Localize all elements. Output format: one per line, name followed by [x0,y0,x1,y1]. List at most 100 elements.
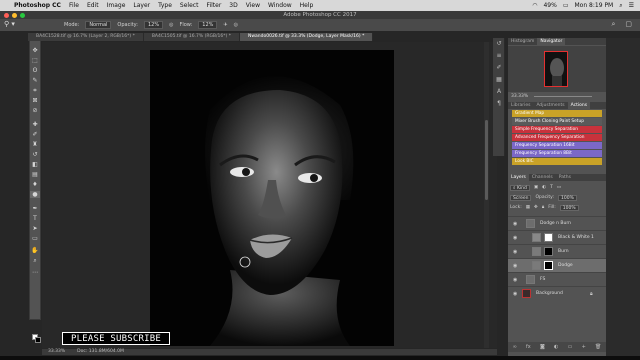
visibility-eye-icon[interactable]: ◉ [513,235,517,241]
history-brush-tool-icon[interactable]: ↺ [30,151,40,158]
hand-tool-icon[interactable]: ✋ [30,247,40,254]
tab-libraries[interactable]: Libraries [508,102,533,109]
menu-view[interactable]: View [246,2,260,9]
layer-name[interactable]: Dodge n Burn [540,221,571,227]
clone-stamp-tool-icon[interactable]: ♜ [30,141,40,148]
layer-mask-thumbnail[interactable] [544,261,553,270]
lock-pixels-icon[interactable]: ▦ [526,204,530,211]
menu-image[interactable]: Image [107,2,126,9]
tab-document-2[interactable]: BA4C1505.tif @ 16.7% (RGB/16*) * [143,33,240,41]
layer-opacity-field[interactable]: 100% [557,194,577,201]
airbrush-icon[interactable]: ✈ [223,22,227,28]
spotlight-icon[interactable]: ⌕ [619,2,622,10]
canvas-scroll-thumb[interactable] [485,120,488,200]
layer-name[interactable]: Dodge [558,263,573,269]
lock-position-icon[interactable]: ✥ [534,204,538,211]
gradient-tool-icon[interactable]: ▤ [30,171,40,178]
tab-document-active[interactable]: Nwando0026.tif @ 33.3% (Dodge, Layer Mas… [239,33,374,41]
menu-edit[interactable]: Edit [87,2,99,9]
swatches-panel-icon[interactable]: ▦ [493,74,505,86]
tab-navigator[interactable]: Navigator [537,38,566,45]
dodge-tool-preset-icon[interactable]: ⚲ ▾ [4,20,24,30]
battery-icon[interactable]: ▭ [563,2,569,9]
action-item[interactable]: Gradient Map [512,110,602,117]
blend-mode-select[interactable]: Screen [510,194,532,201]
new-layer-icon[interactable]: + [582,344,586,350]
layer-row[interactable]: ◉ Black & White 1 [508,230,606,244]
mode-select[interactable]: Normal [85,21,112,29]
path-select-tool-icon[interactable]: ➤ [30,225,40,232]
tab-histogram[interactable]: Histogram [508,38,537,45]
dodge-tool-icon[interactable]: ● [30,191,40,198]
pen-tool-icon[interactable]: ✒ [30,205,40,212]
layer-name[interactable]: Black & White 1 [558,235,594,241]
menu-help[interactable]: Help [300,2,314,9]
layer-row-selected[interactable]: ◉ Dodge [508,258,606,272]
filter-shape-icon[interactable]: ▭ [557,184,561,191]
new-group-icon[interactable]: ▭ [568,344,573,350]
tab-actions[interactable]: Actions [567,102,591,109]
add-mask-icon[interactable]: ◙ [540,344,545,350]
visibility-eye-icon[interactable]: ◉ [513,221,517,227]
layer-name[interactable]: Background [536,291,563,297]
minimize-window-button[interactable] [12,12,17,18]
tab-layers[interactable]: Layers [508,174,529,181]
menu-select[interactable]: Select [180,2,199,9]
paragraph-panel-icon[interactable]: ¶ [493,98,505,110]
history-panel-icon[interactable]: ↺ [493,38,505,50]
navigator-view-box[interactable] [544,51,568,87]
visibility-eye-icon[interactable]: ◉ [513,249,517,255]
layer-kind-filter[interactable]: ⌕ Kind [510,184,530,191]
healing-brush-tool-icon[interactable]: ✚ [30,121,40,128]
layer-row[interactable]: ◉ Burn [508,244,606,258]
menu-filter[interactable]: Filter [206,2,221,9]
properties-panel-icon[interactable]: ≡ [493,50,505,62]
visibility-eye-icon[interactable]: ◉ [513,291,517,297]
tab-channels[interactable]: Channels [529,174,556,181]
lasso-tool-icon[interactable]: ʘ [30,67,40,74]
action-item[interactable]: Advanced Frequency Separation [512,134,602,141]
crop-tool-icon[interactable]: ⌗ [30,87,40,94]
layer-row[interactable]: ◉ FS [508,272,606,286]
background-color-swatch[interactable] [35,337,41,343]
workspace-icon[interactable]: ▢ [625,20,632,29]
pressure-size-icon[interactable]: ◎ [234,22,238,28]
tab-paths[interactable]: Paths [556,174,574,181]
opacity-field[interactable]: 12% [143,21,164,29]
marquee-tool-icon[interactable]: ⬚ [30,57,40,64]
search-icon[interactable]: ⌕ [611,20,615,29]
tab-adjustments[interactable]: Adjustments [533,102,567,109]
action-item[interactable]: Frequency Separation 16Bit [512,142,602,149]
action-item[interactable]: Simple Frequency Separation [512,126,602,133]
adjustment-layer-add-icon[interactable]: ◐ [554,344,558,350]
menu-file[interactable]: File [69,2,79,9]
navigator-preview[interactable] [508,46,606,92]
zoom-tool-icon[interactable]: ⌕ [30,257,40,264]
layer-mask-thumbnail[interactable] [544,233,553,242]
shape-tool-icon[interactable]: ▭ [30,235,40,242]
character-panel-icon[interactable]: A [493,86,505,98]
brush-tool-icon[interactable]: ✐ [30,131,40,138]
navigator-zoom-slider[interactable] [534,96,592,97]
eyedropper-tool-icon[interactable]: ⊘ [30,107,40,114]
menu-layer[interactable]: Layer [133,2,150,9]
eraser-tool-icon[interactable]: ◧ [30,161,40,168]
menu-clock[interactable]: Mon 8:19 PM [575,2,614,9]
zoom-window-button[interactable] [20,12,25,18]
action-item[interactable]: Look BIC [512,158,602,165]
action-item[interactable]: Frequency Separation 8Bit [512,150,602,157]
notification-icon[interactable]: ☰ [629,2,634,9]
tab-document-1[interactable]: BA4C1528.tif @ 16.7% (Layer 2, RGB/16*) … [28,33,144,41]
lock-all-icon[interactable]: 🔒︎ [542,204,544,211]
layer-mask-thumbnail[interactable] [544,247,553,256]
menu-3d[interactable]: 3D [229,2,237,9]
layer-name[interactable]: Burn [558,249,569,255]
brush-panel-icon[interactable]: ✐ [493,62,505,74]
visibility-eye-icon[interactable]: ◉ [513,263,517,269]
type-tool-icon[interactable]: T [30,215,40,222]
portrait-photo[interactable] [150,50,394,346]
more-tools-icon[interactable]: ⋯ [30,269,40,276]
link-layers-icon[interactable]: ∞ [513,344,517,350]
move-tool-icon[interactable]: ✥ [30,47,40,54]
pressure-opacity-icon[interactable]: ◎ [169,22,173,28]
